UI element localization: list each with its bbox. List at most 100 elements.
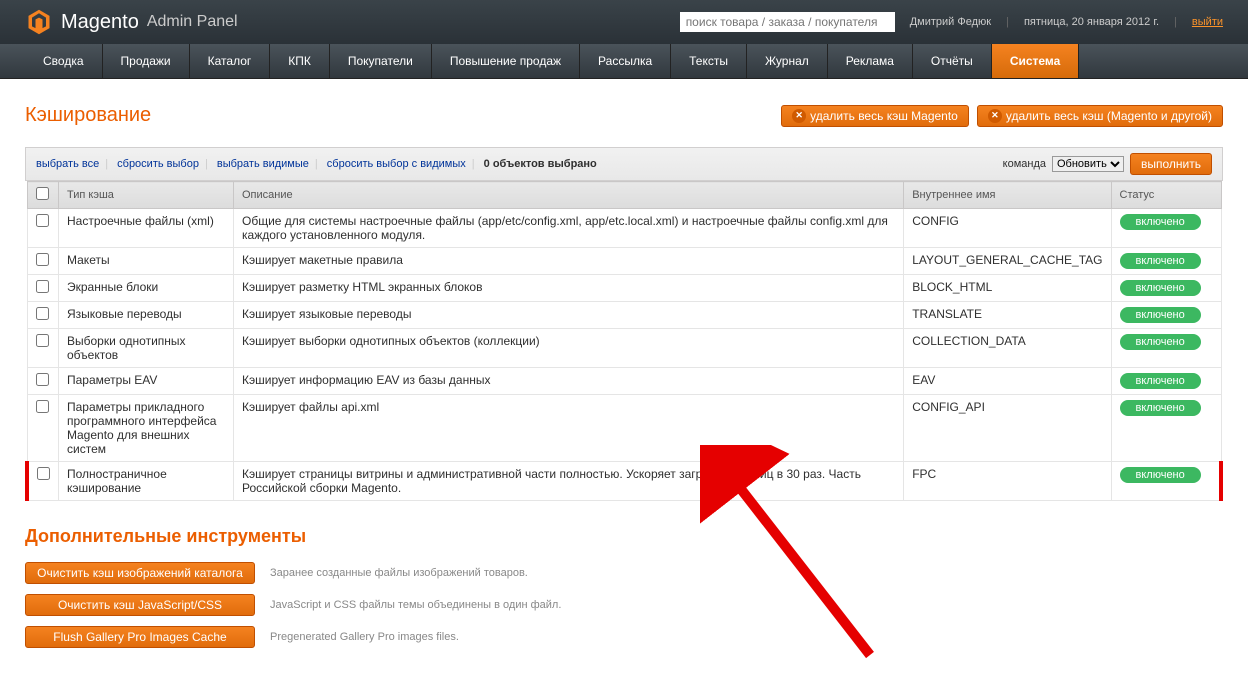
row-checkbox[interactable] [37, 467, 50, 480]
submit-button[interactable]: выполнить [1130, 153, 1212, 175]
select-visible-link[interactable]: выбрать видимые [217, 158, 309, 170]
page-title: Кэширование [25, 104, 151, 127]
cell-desc: Кэширует языковые переводы [234, 302, 904, 329]
row-checkbox[interactable] [36, 214, 49, 227]
logout-link[interactable]: выйти [1192, 16, 1223, 28]
table-row: Полностраничное кэширование Кэширует стр… [27, 462, 1221, 501]
row-checkbox[interactable] [36, 373, 49, 386]
current-date: пятница, 20 января 2012 г. [1024, 16, 1159, 28]
cell-desc: Общие для системы настроечные файлы (app… [234, 209, 904, 248]
tool-desc: Заранее созданные файлы изображений това… [270, 567, 528, 579]
cell-status: включено [1111, 302, 1221, 329]
cell-desc: Кэширует файлы api.xml [234, 395, 904, 462]
cell-status: включено [1111, 395, 1221, 462]
row-checkbox[interactable] [36, 280, 49, 293]
cell-desc: Кэширует информацию EAV из базы данных [234, 368, 904, 395]
tool-button[interactable]: Очистить кэш JavaScript/CSS [25, 594, 255, 616]
table-row: Языковые переводы Кэширует языковые пере… [27, 302, 1221, 329]
magento-logo-icon [25, 8, 53, 36]
cell-type: Экранные блоки [59, 275, 234, 302]
cell-type: Языковые переводы [59, 302, 234, 329]
tool-desc: Pregenerated Gallery Pro images files. [270, 631, 459, 643]
reset-selection-link[interactable]: сбросить выбор [117, 158, 199, 170]
cell-desc: Кэширует выборки однотипных объектов (ко… [234, 329, 904, 368]
delete-icon: ✕ [988, 109, 1002, 123]
cell-status: включено [1111, 462, 1221, 501]
status-badge: включено [1120, 214, 1201, 230]
table-row: Параметры EAV Кэширует информацию EAV из… [27, 368, 1221, 395]
tool-row: Очистить кэш изображений каталога Заране… [25, 562, 1223, 584]
search-input[interactable] [680, 12, 895, 32]
table-row: Выборки однотипных объектов Кэширует выб… [27, 329, 1221, 368]
logo: Magento Admin Panel [25, 8, 238, 36]
action-label: команда [1003, 158, 1046, 170]
cell-tag: BLOCK_HTML [904, 275, 1111, 302]
cell-status: включено [1111, 209, 1221, 248]
selected-count: 0 объектов выбрано [484, 158, 597, 170]
cell-status: включено [1111, 275, 1221, 302]
nav-item-отчёты[interactable]: Отчёты [913, 44, 992, 78]
logo-text: Magento [61, 11, 139, 34]
nav-item-продажи[interactable]: Продажи [103, 44, 190, 78]
nav-item-система[interactable]: Система [992, 44, 1080, 78]
flush-magento-cache-button[interactable]: ✕удалить весь кэш Magento [781, 105, 969, 127]
logo-admin: Admin Panel [147, 13, 238, 31]
cell-desc: Кэширует разметку HTML экранных блоков [234, 275, 904, 302]
tools-title: Дополнительные инструменты [25, 526, 1223, 547]
nav-item-сводка[interactable]: Сводка [25, 44, 103, 78]
grid-toolbar: выбрать все| сбросить выбор| выбрать вид… [25, 147, 1223, 181]
nav-item-кпк[interactable]: КПК [270, 44, 330, 78]
col-desc: Описание [234, 182, 904, 209]
cell-type: Параметры EAV [59, 368, 234, 395]
col-tag: Внутреннее имя [904, 182, 1111, 209]
cell-type: Полностраничное кэширование [59, 462, 234, 501]
row-checkbox[interactable] [36, 334, 49, 347]
cell-tag: CONFIG_API [904, 395, 1111, 462]
nav-item-тексты[interactable]: Тексты [671, 44, 747, 78]
table-row: Настроечные файлы (xml) Общие для систем… [27, 209, 1221, 248]
tool-row: Flush Gallery Pro Images Cache Pregenera… [25, 626, 1223, 648]
row-checkbox[interactable] [36, 400, 49, 413]
tool-desc: JavaScript и CSS файлы темы объединены в… [270, 599, 561, 611]
table-row: Макеты Кэширует макетные правила LAYOUT_… [27, 248, 1221, 275]
col-status: Статус [1111, 182, 1221, 209]
status-badge: включено [1120, 307, 1201, 323]
cell-tag: TRANSLATE [904, 302, 1111, 329]
cell-type: Настроечные файлы (xml) [59, 209, 234, 248]
status-badge: включено [1120, 253, 1201, 269]
reset-visible-link[interactable]: сбросить выбор с видимых [327, 158, 466, 170]
table-row: Параметры прикладного программного интер… [27, 395, 1221, 462]
nav-item-рассылка[interactable]: Рассылка [580, 44, 671, 78]
cell-tag: FPC [904, 462, 1111, 501]
nav-item-реклама[interactable]: Реклама [828, 44, 913, 78]
tool-row: Очистить кэш JavaScript/CSS JavaScript и… [25, 594, 1223, 616]
select-all-checkbox[interactable] [36, 187, 49, 200]
nav-item-журнал[interactable]: Журнал [747, 44, 828, 78]
nav-item-покупатели[interactable]: Покупатели [330, 44, 432, 78]
cell-type: Параметры прикладного программного интер… [59, 395, 234, 462]
row-checkbox[interactable] [36, 307, 49, 320]
nav-item-каталог[interactable]: Каталог [190, 44, 271, 78]
status-badge: включено [1120, 373, 1201, 389]
flush-all-cache-button[interactable]: ✕удалить весь кэш (Magento и другой) [977, 105, 1223, 127]
header-right: Дмитрий Федюк | пятница, 20 января 2012 … [680, 12, 1223, 32]
nav-item-повышение продаж[interactable]: Повышение продаж [432, 44, 580, 78]
header: Magento Admin Panel Дмитрий Федюк | пятн… [0, 0, 1248, 44]
cell-tag: EAV [904, 368, 1111, 395]
action-select[interactable]: Обновить [1052, 156, 1124, 172]
status-badge: включено [1120, 280, 1201, 296]
tool-button[interactable]: Очистить кэш изображений каталога [25, 562, 255, 584]
cell-status: включено [1111, 248, 1221, 275]
status-badge: включено [1120, 467, 1201, 483]
user-name: Дмитрий Федюк [910, 16, 991, 28]
status-badge: включено [1120, 334, 1201, 350]
row-checkbox[interactable] [36, 253, 49, 266]
cell-type: Выборки однотипных объектов [59, 329, 234, 368]
table-row: Экранные блоки Кэширует разметку HTML эк… [27, 275, 1221, 302]
tool-button[interactable]: Flush Gallery Pro Images Cache [25, 626, 255, 648]
cell-type: Макеты [59, 248, 234, 275]
cell-tag: LAYOUT_GENERAL_CACHE_TAG [904, 248, 1111, 275]
select-all-link[interactable]: выбрать все [36, 158, 99, 170]
main-nav: СводкаПродажиКаталогКПКПокупателиПовышен… [0, 44, 1248, 79]
cell-tag: COLLECTION_DATA [904, 329, 1111, 368]
